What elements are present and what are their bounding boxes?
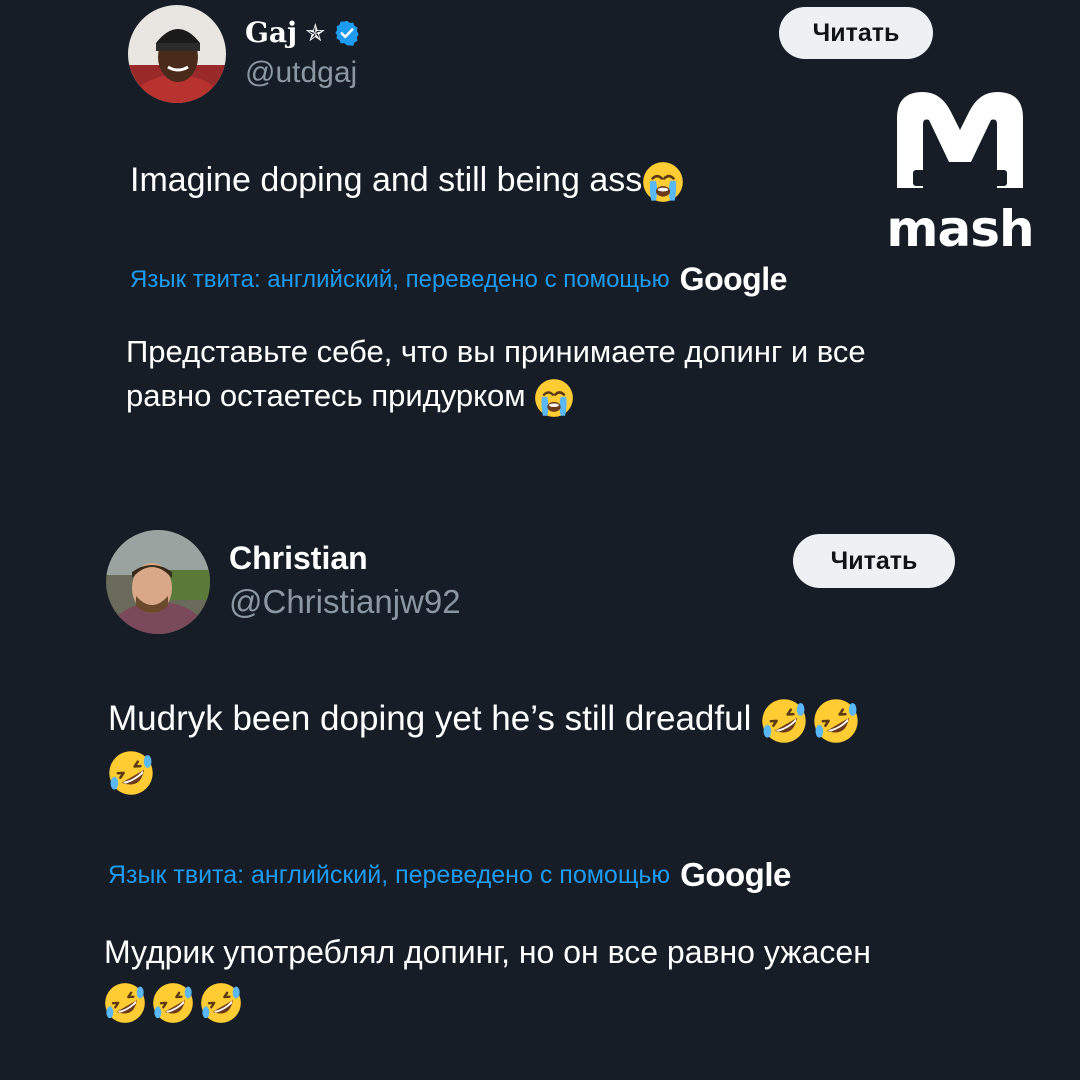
google-logo: Google bbox=[680, 856, 791, 893]
translated-text-content: Представьте себе, что вы принимаете допи… bbox=[126, 334, 866, 414]
rolling-on-floor-laughing-icon bbox=[761, 697, 808, 744]
tweet-text: Mudryk been doping yet he’s still dreadf… bbox=[108, 693, 968, 798]
display-name[interactable]: Gaj ✯ bbox=[245, 16, 361, 49]
rolling-on-floor-laughing-icon bbox=[108, 750, 154, 797]
rolling-on-floor-laughing-icon bbox=[813, 697, 860, 744]
translation-attribution[interactable]: Язык твита: английский, переведено с пом… bbox=[108, 856, 791, 894]
translation-attribution-label: Язык твита: английский, переведено с пом… bbox=[130, 265, 670, 293]
avatar[interactable] bbox=[106, 530, 210, 634]
rolling-on-floor-laughing-icon bbox=[104, 981, 146, 1024]
avatar-image bbox=[106, 530, 210, 634]
user-handle[interactable]: @Christianjw92 bbox=[229, 583, 461, 621]
follow-button[interactable]: Читать bbox=[793, 534, 955, 588]
tweet-text: Imagine doping and still being ass bbox=[130, 158, 685, 204]
rolling-on-floor-laughing-icon bbox=[152, 981, 194, 1024]
display-name[interactable]: Christian bbox=[229, 540, 368, 577]
translation-attribution[interactable]: Язык твита: английский, переведено с пом… bbox=[130, 261, 787, 298]
avatar-image bbox=[128, 5, 226, 103]
translated-text: Представьте себе, что вы принимаете допи… bbox=[126, 330, 946, 418]
mash-logo: mash bbox=[885, 88, 1035, 258]
star-icon: ✯ bbox=[305, 18, 326, 47]
loudly-crying-face-icon bbox=[534, 377, 575, 418]
translation-attribution-label: Язык твита: английский, переведено с пом… bbox=[108, 860, 671, 889]
display-name-text: Christian bbox=[229, 540, 368, 576]
screenshot-canvas: Gaj ✯ @utdgaj Читать Imagine doping and … bbox=[0, 0, 1080, 1080]
translated-text-content: Мудрик употреблял допинг, но он все равн… bbox=[104, 934, 871, 970]
rolling-on-floor-laughing-icon bbox=[200, 981, 242, 1024]
mash-wordmark: mash bbox=[886, 200, 1034, 258]
tweet-text-content: Imagine doping and still being ass bbox=[130, 161, 643, 199]
translated-text: Мудрик употреблял допинг, но он все равн… bbox=[104, 928, 984, 1024]
user-handle[interactable]: @utdgaj bbox=[245, 56, 357, 90]
google-logo: Google bbox=[679, 261, 788, 297]
verified-badge-icon bbox=[335, 20, 359, 46]
display-name-text: Gaj bbox=[245, 16, 298, 49]
mash-m-icon bbox=[897, 92, 1023, 188]
follow-button[interactable]: Читать bbox=[779, 7, 933, 59]
avatar[interactable] bbox=[128, 5, 226, 103]
tweet-text-content: Mudryk been doping yet he’s still dreadf… bbox=[108, 699, 752, 738]
loudly-crying-face-icon bbox=[642, 161, 685, 204]
